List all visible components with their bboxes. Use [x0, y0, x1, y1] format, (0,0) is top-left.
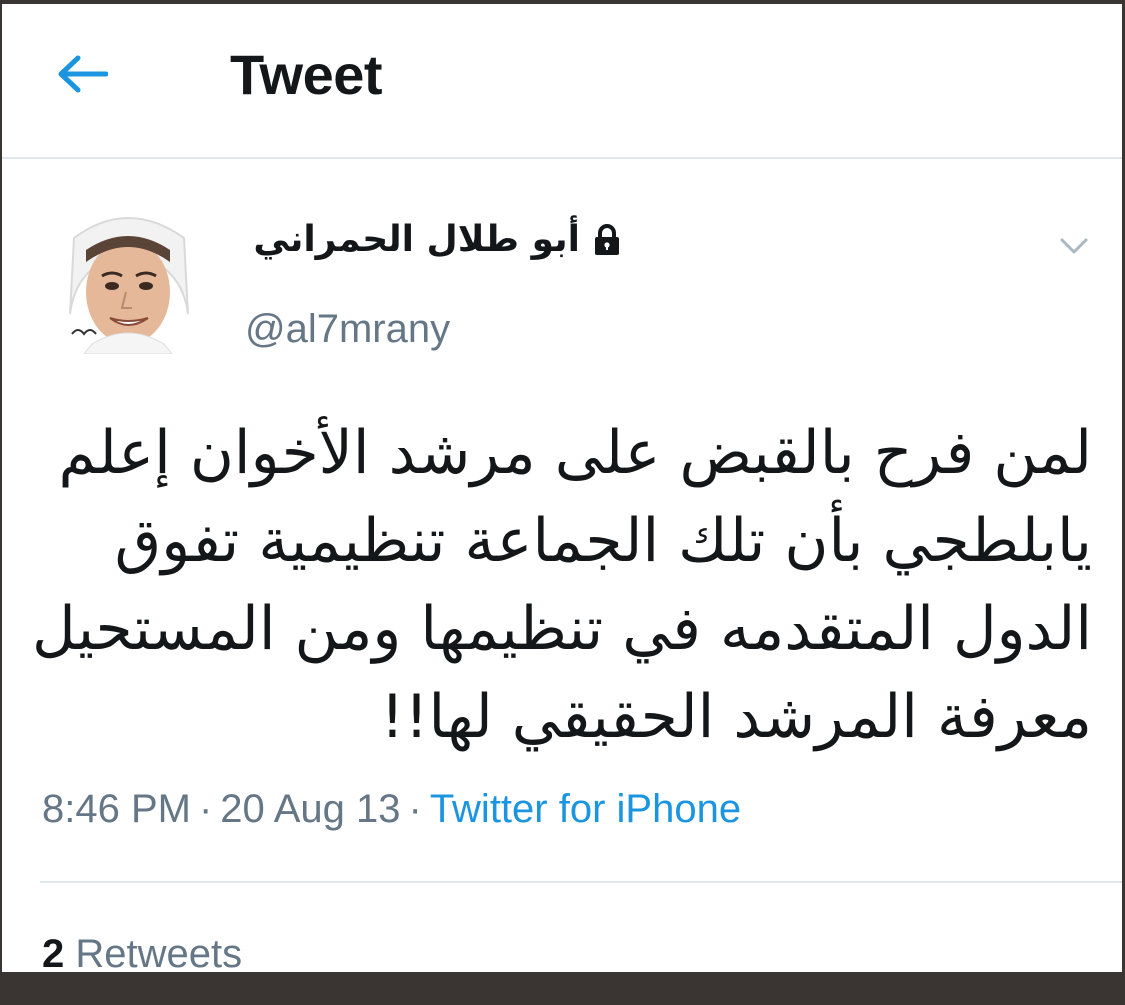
tweet-line: معرفة المرشد الحقيقي لها!!	[380, 682, 1092, 752]
back-button[interactable]	[54, 46, 110, 102]
chevron-down-icon	[1060, 238, 1088, 254]
tweet-text: لمن فرح بالقبض على مرشد الأخوان إعلم ياب…	[32, 409, 1092, 761]
arrow-left-icon	[58, 55, 108, 93]
tweet-line: لمن فرح بالقبض على مرشد الأخوان إعلم	[58, 418, 1092, 488]
page-title: Tweet	[230, 43, 383, 106]
separator: ·	[198, 787, 213, 831]
device-frame-bottom	[0, 972, 1125, 1005]
tweet-source-link[interactable]: Twitter for iPhone	[430, 787, 741, 831]
top-bar: Tweet	[2, 4, 1122, 157]
user-handle[interactable]: @al7mrany	[245, 307, 450, 352]
user-name-row: أبو طلال الحمراني	[253, 219, 622, 260]
meta-divider	[40, 881, 1122, 883]
retweets-count: 2	[42, 932, 65, 972]
tweet-line: الدول المتقدمه في تنظيمها ومن المستحيل	[31, 594, 1092, 664]
lock-icon	[595, 223, 619, 255]
tweet-line: يابلطجي بأن تلك الجماعة تنظيمية تفوق	[114, 506, 1092, 576]
tweet-metadata: 8:46 PM · 20 Aug 13 · Twitter for iPhone	[42, 787, 741, 832]
header-divider	[2, 157, 1122, 159]
display-name[interactable]: أبو طلال الحمراني	[253, 219, 580, 260]
tweet-menu-button[interactable]	[1052, 224, 1096, 268]
tweet-screen: Tweet أبو طلال الحمراني @al7mrany لمن فر…	[2, 4, 1122, 972]
tweet-time: 8:46 PM	[42, 787, 191, 831]
retweets-stat[interactable]: 2 Retweets	[42, 932, 242, 972]
tweet-date: 20 Aug 13	[220, 787, 401, 831]
avatar[interactable]	[62, 204, 194, 354]
separator: ·	[408, 787, 422, 831]
retweets-label: Retweets	[75, 932, 243, 972]
